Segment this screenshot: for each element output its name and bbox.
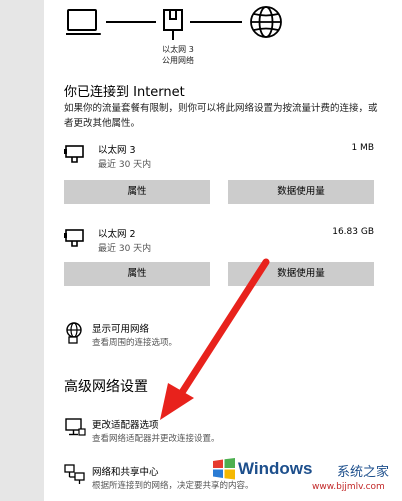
watermark-brand: Windows — [238, 459, 313, 478]
adapter-properties-button[interactable]: 属性 — [64, 180, 210, 204]
globe-icon — [250, 6, 282, 38]
connection-status-heading: 你已连接到 Internet — [64, 85, 185, 100]
adapter-usage: 16.83 GB — [332, 227, 374, 237]
change-adapter-options-subtitle: 查看网络适配器并更改连接设置。 — [92, 434, 220, 444]
show-networks-link[interactable]: 显示可用网络 — [92, 321, 149, 335]
adapter-properties-button[interactable]: 属性 — [64, 262, 210, 286]
adapter-name: 以太网 2 — [98, 229, 136, 240]
adapter-options-icon — [65, 418, 86, 436]
connection-status-description: 如果你的流量套餐有限制，则你可以将此网络设置为按流量计费的连接，或者更改其他属性… — [64, 103, 378, 129]
advanced-settings-heading: 高级网络设置 — [64, 379, 148, 395]
ethernet-adapter-icon — [64, 145, 84, 163]
ethernet-icon — [163, 9, 183, 40]
show-networks-icon — [66, 322, 82, 344]
windows-logo-icon — [213, 458, 235, 480]
sharing-center-icon — [64, 464, 85, 484]
diagram-network-type: 公用网络 — [162, 56, 194, 65]
network-sharing-center-link[interactable]: 网络和共享中心 — [92, 464, 159, 478]
diagram-adapter-name: 以太网 3 — [162, 45, 194, 54]
adapter-subtitle: 最近 30 天内 — [98, 244, 152, 254]
adapter-data-usage-button[interactable]: 数据使用量 — [228, 180, 374, 204]
laptop-icon — [66, 9, 101, 35]
adapter-name: 以太网 3 — [98, 145, 136, 156]
show-networks-subtitle: 查看周围的连接选项。 — [92, 338, 178, 348]
adapter-usage: 1 MB — [351, 143, 374, 153]
watermark-cn: 系统之家 — [337, 465, 390, 480]
adapter-subtitle: 最近 30 天内 — [98, 160, 152, 170]
ethernet-adapter-icon — [64, 229, 84, 247]
watermark: Windows 系统之家 www.bjjmlv.com — [208, 452, 402, 501]
change-adapter-options-link[interactable]: 更改适配器选项 — [92, 417, 159, 431]
adapter-data-usage-button[interactable]: 数据使用量 — [228, 262, 374, 286]
watermark-url: www.bjjmlv.com — [312, 482, 385, 492]
